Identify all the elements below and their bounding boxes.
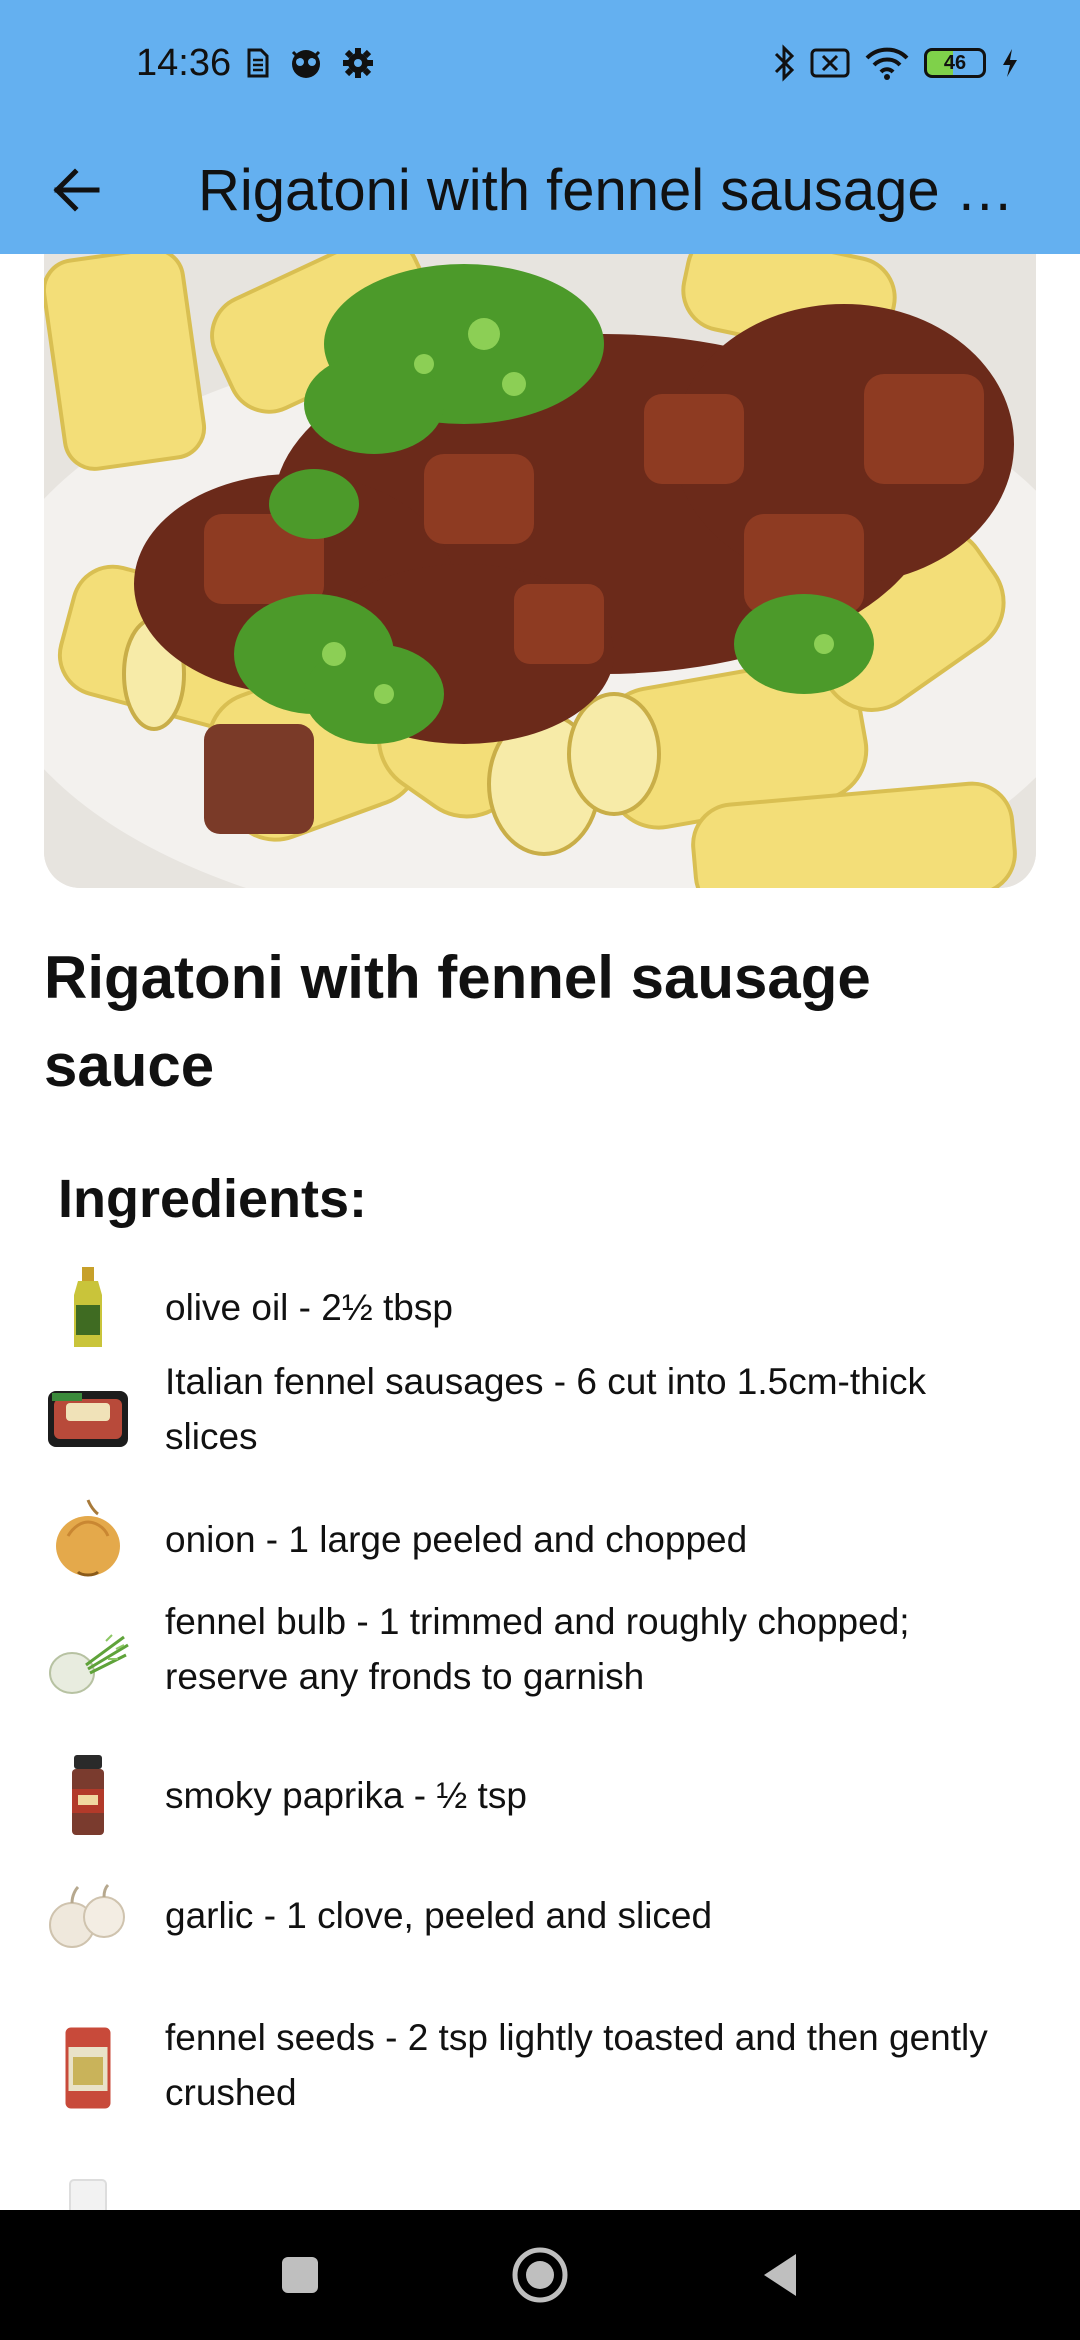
triangle-back-icon [764, 2254, 796, 2296]
ingredient-text: garlic - 1 clove, peeled and sliced [165, 1895, 713, 1936]
ingredient-item: smoky paprika - ½ tsp [0, 1752, 1080, 1852]
ingredient-item: onion - 1 large peeled and chopped [0, 1490, 1080, 1590]
ingredient-text: onion - 1 large peeled and chopped [165, 1519, 748, 1560]
garlic-icon [44, 1872, 132, 1960]
ingredient-item: garlic - 1 clove, peeled and sliced [0, 1872, 1080, 1972]
ingredient-text: fennel seeds - 2 tsp lightly toasted and… [165, 2017, 988, 2113]
recents-button[interactable] [240, 2210, 360, 2340]
ingredient-text: Italian fennel sausages - 6 cut into 1.5… [165, 1361, 926, 1457]
ingredients-heading: Ingredients: [58, 1169, 368, 1229]
gear-icon [341, 46, 375, 80]
back-button[interactable] [16, 126, 136, 254]
system-navigation-bar [0, 2210, 1080, 2340]
sim-icon [245, 46, 271, 80]
paprika-jar-icon [44, 1752, 132, 1840]
ingredient-thumbnail-partial [44, 2164, 132, 2210]
no-sim-icon [810, 47, 850, 79]
wifi-icon [864, 46, 910, 80]
ingredient-item: fennel bulb - 1 trimmed and roughly chop… [0, 1594, 1080, 1714]
recipe-hero-image [44, 254, 1036, 888]
status-icons-left [245, 46, 375, 80]
ingredient-item-partial [0, 2164, 1080, 2210]
bluetooth-icon [772, 44, 796, 82]
battery-icon: 46 [924, 48, 986, 78]
fennel-seeds-pack-icon [44, 2024, 132, 2112]
arrow-left-icon [53, 168, 100, 212]
ingredient-item: olive oil - 2½ tbsp [0, 1264, 1080, 1354]
fennel-bulb-icon [44, 1620, 132, 1708]
ingredient-item: fennel seeds - 2 tsp lightly toasted and… [0, 2010, 1080, 2130]
square-icon [282, 2257, 318, 2293]
ingredient-text: smoky paprika - ½ tsp [165, 1775, 527, 1816]
ingredient-text: fennel bulb - 1 trimmed and roughly chop… [165, 1601, 910, 1697]
back-nav-button[interactable] [720, 2210, 840, 2340]
ingredient-item: Italian fennel sausages - 6 cut into 1.5… [0, 1354, 1080, 1474]
app-notification-icon [287, 46, 325, 80]
sausage-pack-icon [44, 1374, 132, 1462]
onion-icon [44, 1494, 132, 1582]
app-bar: Rigatoni with fennel sausage sauce [0, 126, 1080, 254]
recipe-title: Rigatoni with fennel sausage sauce [44, 944, 871, 1099]
battery-level: 46 [943, 51, 967, 74]
status-time: 14:36 [136, 41, 232, 84]
app-bar-title: Rigatoni with fennel sausage sauce [198, 157, 1028, 223]
circle-home-icon [512, 2247, 568, 2303]
home-button[interactable] [480, 2210, 600, 2340]
olive-oil-bottle-icon [44, 1264, 132, 1352]
ingredient-text: olive oil - 2½ tbsp [165, 1287, 453, 1328]
status-bar: 14:36 46 [0, 0, 1080, 126]
charging-icon [1000, 47, 1020, 79]
recipe-detail-content[interactable]: Rigatoni with fennel sausage sauce Ingre… [0, 254, 1080, 2210]
status-icons-right: 46 [772, 44, 1020, 82]
